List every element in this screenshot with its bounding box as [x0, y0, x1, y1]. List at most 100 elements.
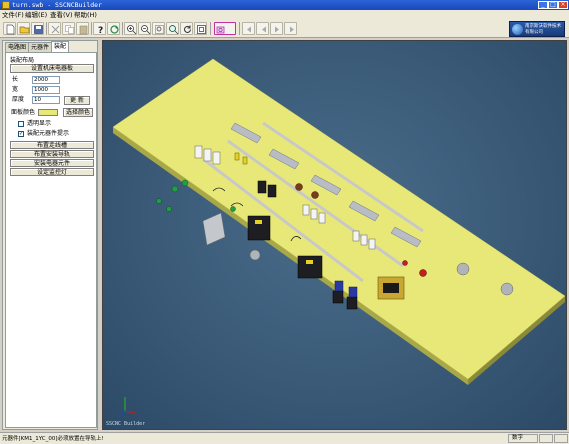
breaker [212, 151, 221, 165]
breaker [310, 208, 318, 220]
breaker [352, 230, 360, 242]
tab-assembly[interactable]: 装配 [51, 41, 70, 52]
status-mode: 数字 [508, 434, 538, 443]
terminal-box [202, 212, 226, 246]
potentiometer [295, 183, 303, 191]
breaker [194, 145, 203, 159]
fuse [242, 156, 248, 165]
grid-icon[interactable] [194, 22, 207, 35]
camera-icon[interactable] [214, 22, 236, 35]
contactor-tag [306, 260, 313, 264]
length-field[interactable]: 2000 [32, 76, 60, 84]
set-board-button[interactable]: 设置机床电器板 [10, 64, 94, 73]
thickness-field[interactable]: 10 [32, 96, 60, 104]
relay [346, 296, 358, 310]
green-lamp [171, 185, 179, 193]
choose-color-button[interactable]: 选择颜色 [63, 108, 93, 117]
paste-icon[interactable] [76, 22, 89, 35]
status-pane-3 [554, 434, 568, 443]
set-monitor-lamp-button[interactable]: 设定监控灯 [10, 168, 94, 176]
help-icon[interactable]: ? [93, 22, 106, 35]
width-field[interactable]: 1000 [32, 86, 60, 94]
z-axis [118, 410, 126, 418]
svg-text:?: ? [98, 26, 103, 35]
close-button[interactable]: × [558, 1, 568, 9]
copy-icon[interactable] [62, 22, 75, 35]
new-file-icon[interactable] [3, 22, 16, 35]
next-icon[interactable] [270, 22, 283, 35]
board-color-label: 面板颜色 [11, 109, 36, 116]
logo-text: 南京斯沃软件技术有限公司 [525, 24, 561, 35]
zoom-fit-icon[interactable] [166, 22, 179, 35]
zoom-in-icon[interactable] [124, 22, 137, 35]
x-axis [124, 410, 136, 414]
blue-relay [348, 286, 358, 298]
red-lamp [402, 260, 408, 266]
status-pane-2 [539, 434, 553, 443]
tab-components[interactable]: 元器件 [28, 42, 53, 52]
company-logo: 南京斯沃软件技术有限公司 [509, 21, 565, 37]
breaker [302, 204, 310, 216]
menu-help[interactable]: 帮助(H) [74, 11, 97, 19]
green-lamp [230, 206, 236, 212]
status-message: 元器件[KM1_1YC_00]必须放置在导轨上! [2, 436, 104, 442]
potentiometer [311, 191, 319, 199]
menu-view[interactable]: 查看(V) [50, 11, 73, 19]
install-components-button[interactable]: 安装电器元件 [10, 159, 94, 167]
assembly-3d-viewport[interactable]: SSCNC Builder [102, 40, 567, 430]
board-color-swatch[interactable] [38, 109, 58, 116]
contactor [297, 255, 323, 279]
delete-icon[interactable] [48, 22, 61, 35]
assembly-panel: 电路图 元器件 装配 装配布局 设置机床电器板 长 2000 宽 1000 厚度… [2, 40, 98, 430]
layout-trunking-button[interactable]: 布置走线槽 [10, 141, 94, 149]
watermark: SSCNC Builder [106, 421, 146, 427]
save-icon[interactable] [31, 22, 44, 35]
contactor-tag [255, 220, 262, 224]
back-icon[interactable] [242, 22, 255, 35]
globe-icon [512, 24, 523, 35]
axis-indicator [118, 397, 136, 418]
relay [257, 180, 267, 194]
red-button [419, 269, 427, 277]
tab-circuit[interactable]: 电路图 [5, 42, 30, 52]
blue-relay [334, 280, 344, 292]
motor [456, 262, 470, 276]
zoom-out-icon[interactable] [138, 22, 151, 35]
menu-file[interactable]: 文件(F) [2, 11, 24, 19]
title-bar: turn.swb - SSCNCBuilder _ □ × [0, 0, 569, 10]
contactor [247, 215, 271, 241]
width-label: 宽 [12, 86, 19, 93]
relay [332, 290, 344, 304]
length-label: 长 [12, 76, 19, 83]
prev-icon[interactable] [256, 22, 269, 35]
hint-label: 装配元器件提示 [27, 130, 70, 137]
minimize-button[interactable]: _ [538, 1, 548, 9]
breaker [203, 148, 212, 162]
assembly-tab-body: 装配布局 设置机床电器板 长 2000 宽 1000 厚度 10 更 新 面板颜… [5, 52, 97, 428]
motor [500, 282, 514, 296]
update-button[interactable]: 更 新 [64, 96, 90, 105]
breaker [360, 234, 368, 246]
thickness-label: 厚度 [12, 96, 25, 103]
toolbar: ? 南京斯沃软件技术有限公司 [0, 20, 569, 38]
app-icon [2, 1, 10, 9]
hint-checkbox[interactable]: ✓ [18, 131, 24, 137]
maximize-button[interactable]: □ [548, 1, 558, 9]
refresh-icon[interactable] [107, 22, 120, 35]
relay [267, 184, 277, 198]
layout-group-title: 装配布局 [10, 57, 35, 64]
layout-rail-button[interactable]: 布置安装导轨 [10, 150, 94, 158]
motor [249, 249, 261, 261]
transformer [377, 276, 405, 300]
open-folder-icon[interactable] [17, 22, 30, 35]
transparent-checkbox[interactable] [18, 121, 24, 127]
rotate-icon[interactable] [180, 22, 193, 35]
menu-edit[interactable]: 编辑(E) [25, 11, 47, 19]
breaker [318, 212, 326, 224]
forward-icon[interactable] [284, 22, 297, 35]
zoom-window-icon[interactable] [152, 22, 165, 35]
breaker [368, 238, 376, 250]
status-bar: 元器件[KM1_1YC_00]必须放置在导轨上! 数字 [0, 432, 569, 444]
green-lamp [166, 206, 172, 212]
window-title: turn.swb - SSCNCBuilder [12, 1, 103, 9]
